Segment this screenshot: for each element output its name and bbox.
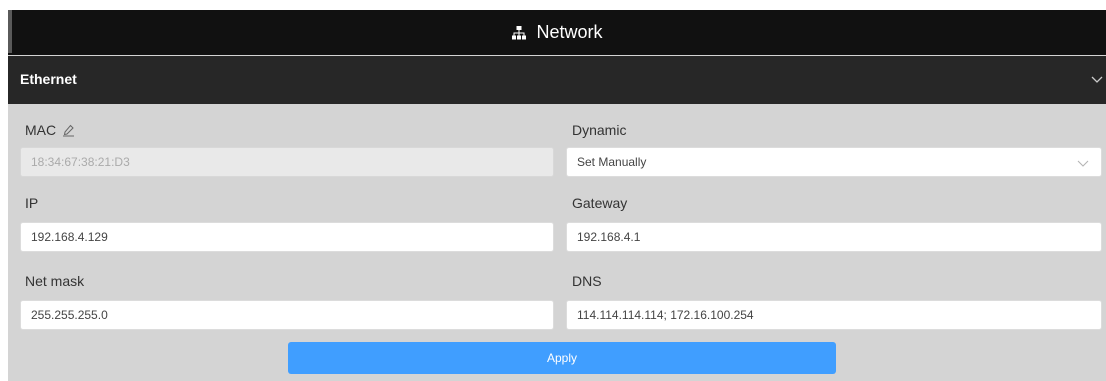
window-edge [8, 10, 12, 53]
gateway-label: Gateway [572, 195, 628, 211]
netmask-field[interactable] [20, 300, 554, 330]
dns-field[interactable] [566, 300, 1102, 330]
network-panel: Network Ethernet MAC IP Net mask Dynamic… [8, 10, 1106, 381]
mac-field [20, 147, 554, 177]
section-title: Ethernet [20, 71, 77, 87]
ethernet-section-header[interactable]: Ethernet [8, 56, 1106, 104]
title-bar: Network [8, 10, 1106, 55]
ip-label: IP [25, 195, 39, 211]
chevron-down-icon [1077, 160, 1089, 167]
page-title: Network [536, 22, 603, 42]
mac-label: MAC [25, 122, 75, 138]
dynamic-label: Dynamic [572, 122, 627, 138]
ip-field[interactable] [20, 222, 554, 252]
apply-button[interactable]: Apply [288, 342, 836, 374]
chevron-down-icon [1091, 76, 1103, 83]
sitemap-icon [512, 25, 527, 39]
edit-icon[interactable] [62, 124, 75, 137]
gateway-field[interactable] [566, 222, 1102, 252]
dns-label: DNS [572, 273, 602, 289]
mac-label-text: MAC [25, 122, 57, 138]
dynamic-select[interactable]: Set Manually [566, 147, 1102, 177]
dynamic-select-value: Set Manually [577, 155, 647, 169]
netmask-label: Net mask [25, 273, 85, 289]
